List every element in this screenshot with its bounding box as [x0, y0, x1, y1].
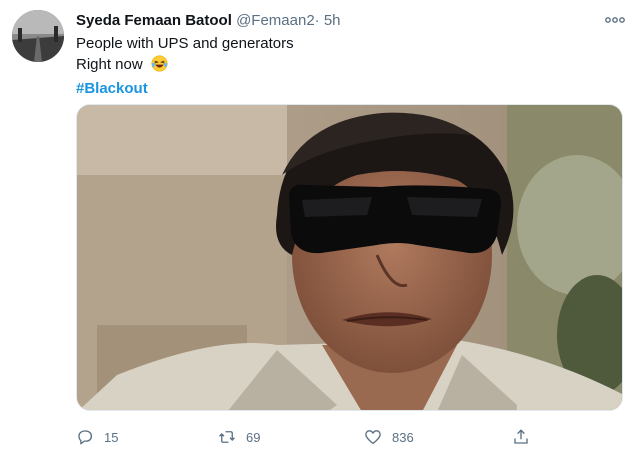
tweet-header: Syeda Femaan Batool @Femaan2· 5h — [76, 11, 341, 31]
author-handle[interactable]: @Femaan2 — [236, 12, 315, 29]
author-name[interactable]: Syeda Femaan Batool — [76, 12, 232, 29]
retweet-count: 69 — [246, 429, 261, 445]
laughing-emoji-icon — [151, 55, 168, 78]
reply-button[interactable]: 15 — [76, 424, 118, 450]
share-icon — [514, 429, 528, 444]
tweet-card[interactable]: Syeda Femaan Batool @Femaan2· 5h People … — [0, 0, 640, 457]
tweet-actions: 15 69 836 — [76, 424, 616, 450]
reply-count: 15 — [104, 429, 119, 445]
tweet-text-line-1: People with UPS and generators — [76, 35, 294, 52]
separator-dot: · — [314, 12, 320, 29]
like-icon — [365, 430, 381, 445]
tweet-media-image[interactable] — [76, 104, 623, 411]
share-button[interactable] — [512, 424, 540, 450]
retweet-button[interactable]: 69 — [218, 424, 260, 450]
avatar[interactable] — [12, 10, 64, 62]
tweet-text: People with UPS and generators Right now… — [76, 33, 294, 99]
retweet-icon — [219, 431, 235, 443]
meme-photo — [77, 105, 622, 410]
more-icon[interactable] — [604, 12, 626, 28]
avatar-image — [12, 10, 64, 62]
like-count: 836 — [392, 429, 414, 445]
timestamp[interactable]: 5h — [324, 12, 341, 29]
tweet-text-line-2-text: Right now — [76, 56, 143, 73]
hashtag-link[interactable]: #Blackout — [76, 78, 294, 99]
tweet-text-line-2: Right now — [76, 54, 294, 78]
reply-icon — [78, 430, 93, 445]
like-button[interactable]: 836 — [364, 424, 414, 450]
